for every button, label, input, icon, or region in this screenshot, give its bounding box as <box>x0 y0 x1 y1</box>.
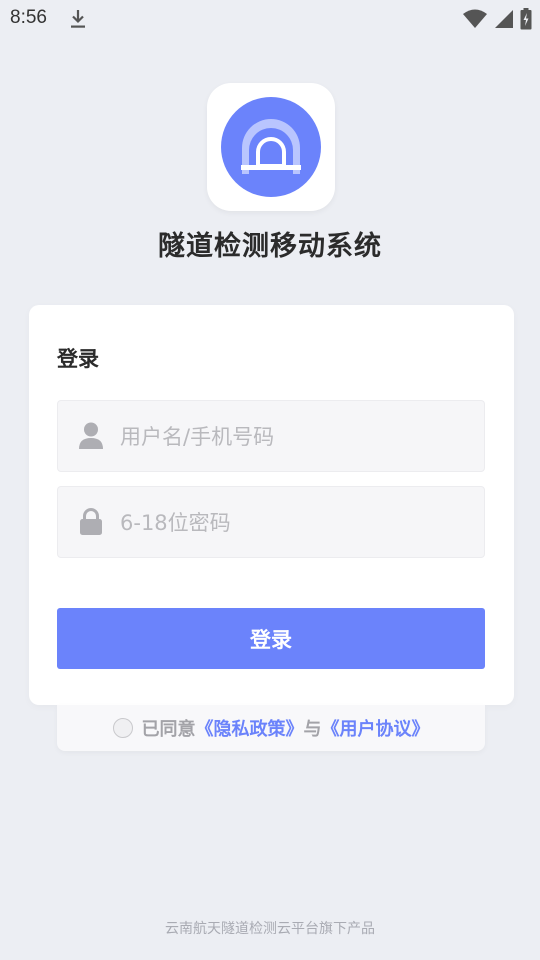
agreement-bar: 已同意 《隐私政策》 与 《用户协议》 <box>57 705 485 751</box>
login-button[interactable]: 登录 <box>57 608 485 669</box>
agree-prefix: 已同意 <box>141 719 196 740</box>
card-title: 登录 <box>57 347 99 371</box>
tunnel-icon <box>221 97 321 197</box>
wifi-icon <box>463 9 487 28</box>
agreement-row: 已同意 《隐私政策》 与 《用户协议》 <box>57 705 485 751</box>
app-logo <box>207 83 335 211</box>
footer-text: 云南航天隧道检测云平台旗下产品 <box>165 921 375 937</box>
signal-icon <box>495 10 513 28</box>
login-screen: 8:56 隧道检测移动系统 登录 用户名/手机号码 登录 已同意 《隐私政策》 … <box>0 0 540 960</box>
status-bar: 8:56 <box>0 0 540 38</box>
lock-icon <box>80 508 102 535</box>
agree-joiner: 与 <box>303 719 322 740</box>
user-agreement-link[interactable]: 《用户协议》 <box>322 715 430 741</box>
user-icon <box>79 422 103 449</box>
username-field[interactable] <box>57 400 485 472</box>
download-icon <box>71 10 85 28</box>
password-input[interactable] <box>120 505 470 541</box>
system-icons <box>462 8 532 30</box>
app-title: 隧道检测移动系统 <box>158 231 382 262</box>
password-field[interactable] <box>57 486 485 558</box>
login-card: 登录 登录 <box>29 305 514 705</box>
battery-icon <box>520 8 532 30</box>
privacy-policy-link[interactable]: 《隐私政策》 <box>196 715 304 741</box>
agree-checkbox[interactable] <box>112 718 133 738</box>
username-input[interactable] <box>120 419 470 455</box>
status-time: 8:56 <box>10 7 47 28</box>
